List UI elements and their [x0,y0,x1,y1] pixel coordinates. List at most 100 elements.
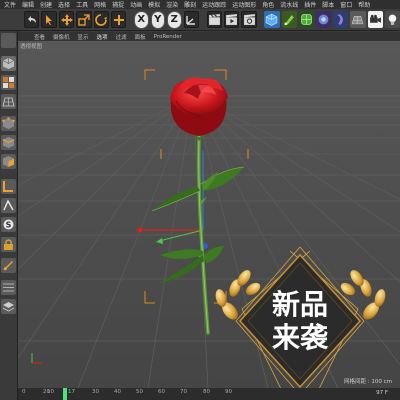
timeline-tick: 90 [225,389,232,395]
toolbar-separator [128,11,132,28]
subdivision-surface-button[interactable] [298,11,314,28]
current-frame-label: 17 [68,389,75,395]
rotate-tool-button[interactable] [93,11,110,28]
menu-mograph[interactable]: 运动图形 [232,0,256,9]
end-frame-label: 97 F [376,390,388,396]
scale-icon [78,13,90,26]
checker-icon [3,77,14,88]
model-mode-button[interactable] [1,56,16,71]
edges-mode-button[interactable] [1,135,16,150]
undo-button[interactable] [24,11,40,28]
deformer-button[interactable] [333,11,349,28]
menu-snap[interactable]: 捕捉 [112,0,124,9]
viewport-menu-prorender[interactable]: ProRender [154,34,182,40]
solo-mode-button[interactable] [1,280,16,295]
menu-select[interactable]: 选择 [58,0,70,9]
texture-mode-button[interactable] [1,75,16,90]
menu-help[interactable]: 帮助 [358,0,370,9]
move-icon [60,13,73,26]
pen-icon [284,15,294,26]
viewport-menu-filter[interactable]: 过滤 [116,33,127,41]
plus-icon [113,14,124,25]
menu-window[interactable]: 窗口 [340,0,352,9]
transform-tool-button[interactable] [111,11,127,28]
menu-mesh[interactable]: 网格 [94,0,106,9]
render-picture-viewer-button[interactable] [223,11,240,28]
cube-object-button[interactable] [264,11,280,28]
viewport-menu-panel[interactable]: 面板 [135,33,146,41]
menu-plugins[interactable]: 插件 [304,0,316,9]
menu-pipeline[interactable]: 流水线 [280,0,298,9]
toolbar-separator [259,11,263,28]
grid-plane-icon [2,97,15,107]
viewport-view-name: 透视视图 [20,44,43,50]
points-cube-icon [2,117,15,129]
menu-character[interactable]: 角色 [262,0,274,9]
viewport-solo-button[interactable] [1,299,16,314]
axis-l-icon [3,181,13,192]
menu-motion-tracking[interactable]: 运动跟踪 [202,0,226,9]
floor-button[interactable] [350,11,366,28]
enable-axis-button[interactable] [1,179,16,194]
tweak-icon [3,199,14,211]
clapboard-gear-icon [243,14,255,25]
camera-button[interactable] [367,11,383,28]
light-button[interactable] [384,11,400,28]
coordinate-system-button[interactable] [183,11,199,28]
tweak-mode-button[interactable] [1,198,16,213]
select-tool-button[interactable] [41,11,57,28]
menu-animate[interactable]: 动画 [130,0,142,9]
snap-magnet-icon: S [3,219,14,230]
grid-scale-label: 网格间距 : 100 cm [344,379,392,385]
timeline-tick: 0 [22,389,26,395]
scale-tool-button[interactable] [76,11,92,28]
cloner-button[interactable] [315,11,332,28]
timeline-playhead[interactable] [63,388,67,400]
badge-line-1: 新品 [272,288,328,321]
viewport-menu-view[interactable]: 查看 [34,33,45,41]
polygons-mode-button[interactable] [1,154,16,169]
paint-tool-button[interactable] [1,258,16,273]
workplane-button[interactable] [1,94,16,109]
menu-edit[interactable]: 编辑 [22,0,34,9]
timeline-ruler[interactable]: 0 10 20 30 40 50 60 70 80 90 [18,388,400,400]
viewport-menu-camera[interactable]: 摄像机 [53,33,70,41]
cube-model-icon [2,58,15,69]
move-tool-button[interactable] [58,11,75,28]
menu-file[interactable]: 文件 [4,0,16,9]
menu-create[interactable]: 创建 [40,0,52,9]
menu-tools[interactable]: 工具 [76,0,88,9]
timeline-tick: 50 [136,389,143,395]
menu-simulate[interactable]: 模拟 [148,0,160,9]
render-view-button[interactable] [206,11,222,28]
polygons-cube-icon [3,156,14,167]
perspective-viewport[interactable]: 新品 来袭 [18,41,400,388]
spline-pen-button[interactable] [281,11,297,28]
cursor-icon [46,14,53,25]
x-axis-button[interactable]: X [134,10,149,29]
viewport-menu-display[interactable]: 显示 [78,33,89,41]
timeline-tick: 20 [43,389,50,395]
timeline-tick: 60 [158,389,165,395]
z-axis-button[interactable]: Z [167,10,182,29]
deformer-icon [337,14,344,25]
points-mode-button[interactable] [1,116,16,131]
menu-script[interactable]: 脚本 [322,0,334,9]
light-bulb-icon [388,14,397,25]
lock-workplane-button[interactable] [1,237,16,252]
svg-text:S: S [6,221,12,230]
camera-icon [369,14,381,23]
menu-render[interactable]: 渲染 [166,0,178,9]
viewport-menu-bar: 查看 摄像机 显示 选项 过滤 面板 ProRender [18,32,400,41]
snap-button[interactable]: S [1,217,16,232]
make-editable-button[interactable] [1,33,16,48]
menu-sculpt[interactable]: 雕刻 [184,0,196,9]
subdivision-icon [301,14,312,25]
y-axis-button[interactable]: Y [150,10,166,29]
brush-icon [3,261,13,271]
floor-grid-icon [352,15,364,25]
clapboard-play-icon [226,14,238,25]
toolbar-separator [201,11,205,28]
viewport-menu-options[interactable]: 选项 [97,33,108,41]
render-settings-button[interactable] [241,11,257,28]
